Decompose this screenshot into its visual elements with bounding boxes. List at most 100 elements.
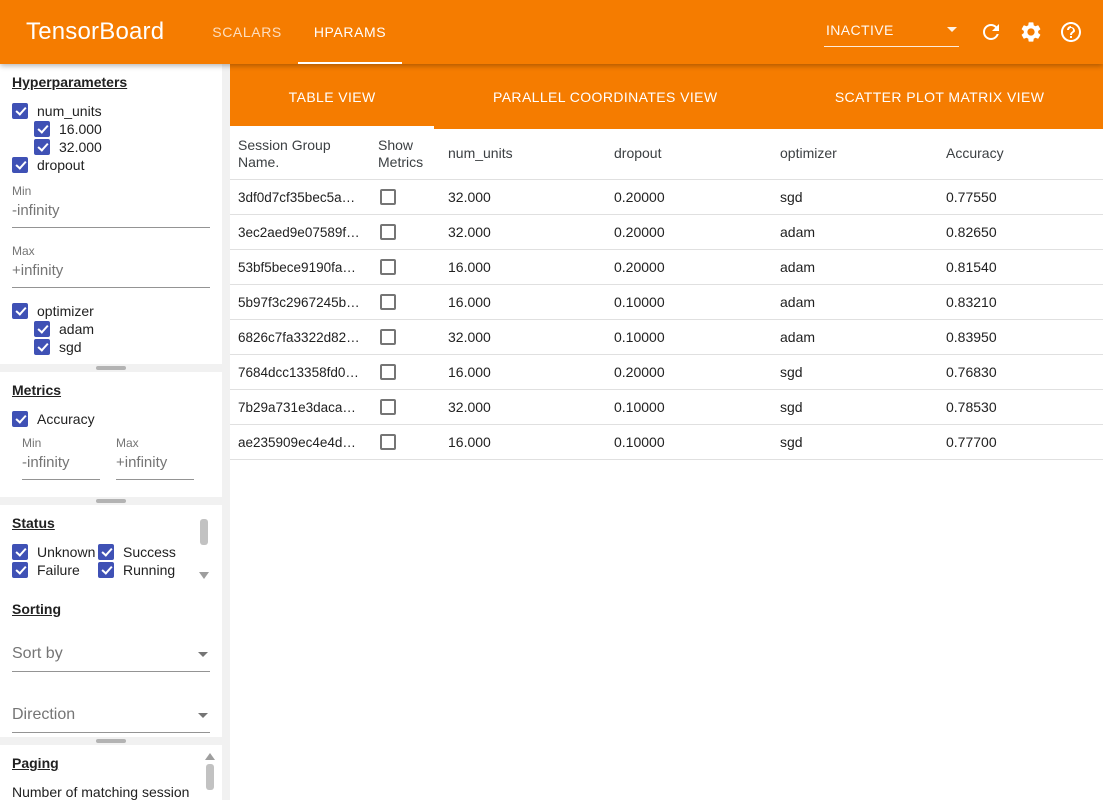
refresh-button[interactable] bbox=[971, 12, 1011, 52]
app-toolbar: TensorBoard SCALARS HPARAMS INACTIVE bbox=[0, 0, 1103, 64]
tab-hparams[interactable]: HPARAMS bbox=[298, 0, 402, 64]
checkbox-status-failure[interactable]: Failure bbox=[12, 561, 98, 579]
table-row[interactable]: 7b29a731e3daca… 32.000 0.10000 sgd 0.785… bbox=[230, 390, 1103, 425]
dropout-value: 0.10000 bbox=[606, 399, 772, 415]
accuracy-value: 0.78530 bbox=[938, 399, 1103, 415]
checkbox-icon bbox=[12, 157, 28, 173]
checkbox-label: num_units bbox=[37, 103, 102, 119]
checkbox-dropout[interactable]: dropout bbox=[12, 156, 210, 174]
checkbox-num-units-16[interactable]: 16.000 bbox=[34, 120, 210, 138]
checkbox-status-success[interactable]: Success bbox=[98, 543, 192, 561]
dropout-value: 0.20000 bbox=[606, 259, 772, 275]
show-metrics-checkbox[interactable] bbox=[380, 399, 396, 415]
dropout-value: 0.20000 bbox=[606, 364, 772, 380]
app-title: TensorBoard bbox=[26, 18, 164, 46]
show-metrics-checkbox[interactable] bbox=[380, 329, 396, 345]
table-row[interactable]: ae235909ec4e4d… 16.000 0.10000 sgd 0.777… bbox=[230, 425, 1103, 460]
pane-divider bbox=[0, 364, 222, 372]
col-header-show-metrics[interactable]: Show Metrics bbox=[370, 131, 440, 178]
optimizer-value: adam bbox=[772, 259, 938, 275]
checkbox-label: adam bbox=[59, 321, 94, 337]
sort-by-select[interactable]: Sort by bbox=[12, 641, 210, 672]
accuracy-value: 0.81540 bbox=[938, 259, 1103, 275]
table-row[interactable]: 7684dcc13358fd0… 16.000 0.20000 sgd 0.76… bbox=[230, 355, 1103, 390]
accuracy-value: 0.83950 bbox=[938, 329, 1103, 345]
show-metrics-checkbox[interactable] bbox=[380, 434, 396, 450]
dropout-value: 0.10000 bbox=[606, 294, 772, 310]
checkbox-icon bbox=[12, 544, 28, 560]
optimizer-value: sgd bbox=[772, 434, 938, 450]
pane-resize-handle[interactable] bbox=[96, 739, 126, 743]
table-row[interactable]: 6826c7fa3322d82… 32.000 0.10000 adam 0.8… bbox=[230, 320, 1103, 355]
col-header-session-group-name[interactable]: Session Group Name. bbox=[230, 131, 370, 178]
col-header-num-units[interactable]: num_units bbox=[440, 139, 606, 169]
checkbox-accuracy[interactable]: Accuracy bbox=[12, 410, 210, 428]
scrollbar-thumb[interactable] bbox=[206, 764, 214, 790]
num-units-value: 16.000 bbox=[440, 259, 606, 275]
checkbox-status-unknown[interactable]: Unknown bbox=[12, 543, 98, 561]
pane-resize-handle[interactable] bbox=[96, 366, 126, 370]
help-button[interactable] bbox=[1051, 12, 1091, 52]
chevron-down-icon bbox=[198, 713, 208, 718]
col-header-dropout[interactable]: dropout bbox=[606, 139, 772, 169]
table-row[interactable]: 53bf5bece9190fa… 16.000 0.20000 adam 0.8… bbox=[230, 250, 1103, 285]
hyperparameters-pane: Hyperparameters num_units 16.000 32.000 … bbox=[0, 64, 222, 364]
checkbox-icon bbox=[34, 121, 50, 137]
metrics-pane: Metrics Accuracy Min Max bbox=[0, 372, 222, 497]
col-header-accuracy[interactable]: Accuracy bbox=[938, 139, 1103, 169]
metrics-heading: Metrics bbox=[12, 382, 210, 398]
paging-scrollbar[interactable] bbox=[204, 753, 216, 800]
checkbox-status-running[interactable]: Running bbox=[98, 561, 192, 579]
num-units-value: 16.000 bbox=[440, 364, 606, 380]
optimizer-value: sgd bbox=[772, 399, 938, 415]
accuracy-min-label: Min bbox=[22, 436, 100, 450]
checkbox-label: sgd bbox=[59, 339, 82, 355]
settings-button[interactable] bbox=[1011, 12, 1051, 52]
toolbar-right: INACTIVE bbox=[824, 0, 1103, 64]
show-metrics-checkbox[interactable] bbox=[380, 224, 396, 240]
pane-resize-handle[interactable] bbox=[96, 499, 126, 503]
tab-table-view[interactable]: TABLE VIEW bbox=[230, 64, 434, 129]
tab-scalars[interactable]: SCALARS bbox=[196, 0, 298, 64]
top-nav-tabs: SCALARS HPARAMS bbox=[196, 0, 402, 64]
checkbox-optimizer[interactable]: optimizer bbox=[12, 302, 210, 320]
checkbox-num-units[interactable]: num_units bbox=[12, 102, 210, 120]
accuracy-min-input[interactable] bbox=[22, 450, 100, 480]
accuracy-minmax-row: Min Max bbox=[22, 436, 210, 480]
accuracy-value: 0.76830 bbox=[938, 364, 1103, 380]
dropout-max-input[interactable] bbox=[12, 258, 210, 288]
col-header-optimizer[interactable]: optimizer bbox=[772, 139, 938, 169]
accuracy-max-input[interactable] bbox=[116, 450, 194, 480]
reload-mode-select[interactable]: INACTIVE bbox=[824, 18, 959, 47]
tab-parallel-coordinates-view[interactable]: PARALLEL COORDINATES VIEW bbox=[434, 64, 776, 129]
view-tabs: TABLE VIEW PARALLEL COORDINATES VIEW SCA… bbox=[230, 64, 1103, 129]
optimizer-value: sgd bbox=[772, 189, 938, 205]
status-scrollbar[interactable] bbox=[198, 515, 210, 579]
table-row[interactable]: 5b97f3c2967245b… 16.000 0.10000 adam 0.8… bbox=[230, 285, 1103, 320]
optimizer-value: adam bbox=[772, 329, 938, 345]
checkbox-icon bbox=[34, 339, 50, 355]
session-group-name: 53bf5bece9190fa… bbox=[230, 260, 370, 275]
scroll-up-icon[interactable] bbox=[205, 753, 215, 760]
checkbox-icon bbox=[12, 103, 28, 119]
show-metrics-checkbox[interactable] bbox=[380, 364, 396, 380]
num-units-value: 16.000 bbox=[440, 294, 606, 310]
checkbox-label: optimizer bbox=[37, 303, 94, 319]
table-row[interactable]: 3df0d7cf35bec5a… 32.000 0.20000 sgd 0.77… bbox=[230, 180, 1103, 215]
matching-session-groups-text: Number of matching session groups: 8 bbox=[12, 783, 198, 800]
scrollbar-thumb[interactable] bbox=[200, 519, 208, 545]
reload-mode-value: INACTIVE bbox=[826, 22, 894, 38]
checkbox-optimizer-adam[interactable]: adam bbox=[34, 320, 210, 338]
checkbox-num-units-32[interactable]: 32.000 bbox=[34, 138, 210, 156]
show-metrics-checkbox[interactable] bbox=[380, 259, 396, 275]
checkbox-optimizer-sgd[interactable]: sgd bbox=[34, 338, 210, 356]
scroll-down-icon[interactable] bbox=[199, 572, 209, 579]
checkbox-label: Failure bbox=[37, 562, 80, 578]
table-row[interactable]: 3ec2aed9e07589f… 32.000 0.20000 adam 0.8… bbox=[230, 215, 1103, 250]
direction-select[interactable]: Direction bbox=[12, 702, 210, 733]
tab-scatter-plot-matrix-view[interactable]: SCATTER PLOT MATRIX VIEW bbox=[776, 64, 1103, 129]
dropout-min-input[interactable] bbox=[12, 198, 210, 228]
dropout-max-label: Max bbox=[12, 244, 210, 258]
show-metrics-checkbox[interactable] bbox=[380, 189, 396, 205]
show-metrics-checkbox[interactable] bbox=[380, 294, 396, 310]
